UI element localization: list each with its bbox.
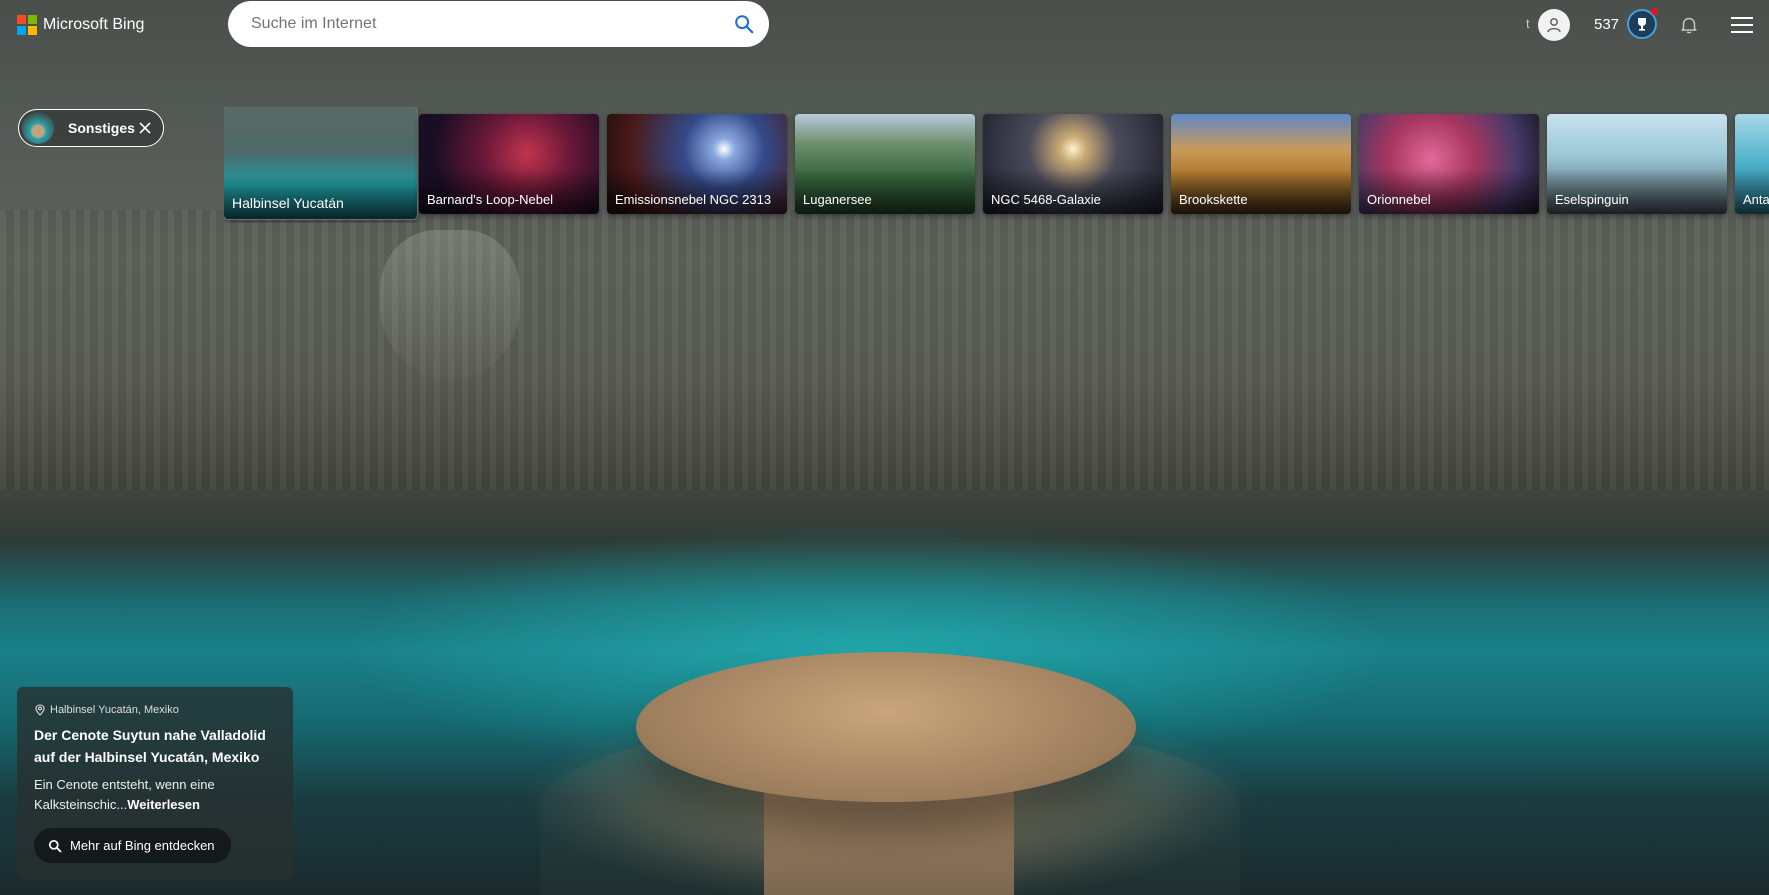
stalactite [380, 230, 520, 380]
discover-label: Mehr auf Bing entdecken [70, 838, 215, 853]
carousel-card-label: Luganersee [803, 192, 872, 207]
carousel-card[interactable]: Antarktis [1735, 114, 1769, 214]
reward-points[interactable]: 537 [1594, 16, 1619, 33]
carousel-card-label: Antarktis [1743, 192, 1769, 207]
carousel-card-label: NGC 5468-Galaxie [991, 192, 1101, 207]
image-description: Ein Cenote entsteht, wenn eine Kalkstein… [34, 775, 276, 815]
user-icon [1547, 18, 1561, 33]
stone-platform [636, 652, 1136, 802]
carousel-card-active[interactable]: Halbinsel Yucatán [224, 107, 417, 219]
image-carousel: Halbinsel Yucatán Barnard's Loop-Nebel Emi… [224, 107, 1769, 223]
discover-button[interactable]: Mehr auf Bing entdecken [34, 828, 231, 863]
top-bar: Microsoft Bing t 537 [0, 0, 1769, 56]
carousel-card[interactable]: Emissionsnebel NGC 2313 [607, 114, 787, 214]
carousel-card[interactable]: Orionnebel [1359, 114, 1539, 214]
location-line: Halbinsel Yucatán, Mexiko [34, 704, 276, 716]
image-title[interactable]: Der Cenote Suytun nahe Valladolid auf de… [34, 724, 276, 768]
read-more-link[interactable]: Weiterlesen [127, 797, 200, 812]
category-chip[interactable]: Sonstiges [18, 109, 164, 147]
user-avatar[interactable] [1538, 9, 1570, 41]
location-text: Halbinsel Yucatán, Mexiko [50, 704, 179, 716]
search-box [228, 1, 769, 47]
carousel-card[interactable]: Eselspinguin [1547, 114, 1727, 214]
search-icon[interactable] [733, 13, 755, 35]
carousel-card[interactable]: Barnard's Loop-Nebel [419, 114, 599, 214]
carousel-card[interactable]: NGC 5468-Galaxie [983, 114, 1163, 214]
carousel-card[interactable]: Brookskette [1171, 114, 1351, 214]
hamburger-icon[interactable] [1731, 16, 1753, 34]
carousel-card-label: Brookskette [1179, 192, 1248, 207]
chip-label: Sonstiges [68, 120, 135, 136]
bing-logo[interactable]: Microsoft Bing [17, 15, 144, 35]
chip-thumbnail [22, 112, 54, 144]
logo-text: Microsoft Bing [43, 16, 145, 33]
search-input[interactable] [249, 14, 713, 34]
trophy-icon [1638, 18, 1646, 31]
info-panel: Halbinsel Yucatán, Mexiko Der Cenote Suy… [17, 687, 293, 879]
microsoft-logo-icon [17, 15, 37, 35]
rewards-notification-dot [1651, 8, 1658, 15]
close-icon[interactable] [137, 120, 153, 136]
pin-icon [35, 704, 45, 716]
carousel-card-label: Eselspinguin [1555, 192, 1629, 207]
user-initial: t [1526, 16, 1530, 31]
carousel-card-label: Emissionsnebel NGC 2313 [615, 192, 772, 207]
cave-wall [0, 210, 1769, 490]
search-icon [48, 839, 62, 852]
carousel-card[interactable]: Luganersee [795, 114, 975, 214]
rewards-button[interactable] [1627, 8, 1658, 39]
carousel-card-label: Barnard's Loop-Nebel [427, 192, 554, 207]
bell-icon[interactable] [1678, 14, 1700, 36]
carousel-card-label: Halbinsel Yucatán [232, 195, 344, 211]
carousel-card-label: Orionnebel [1367, 192, 1431, 207]
